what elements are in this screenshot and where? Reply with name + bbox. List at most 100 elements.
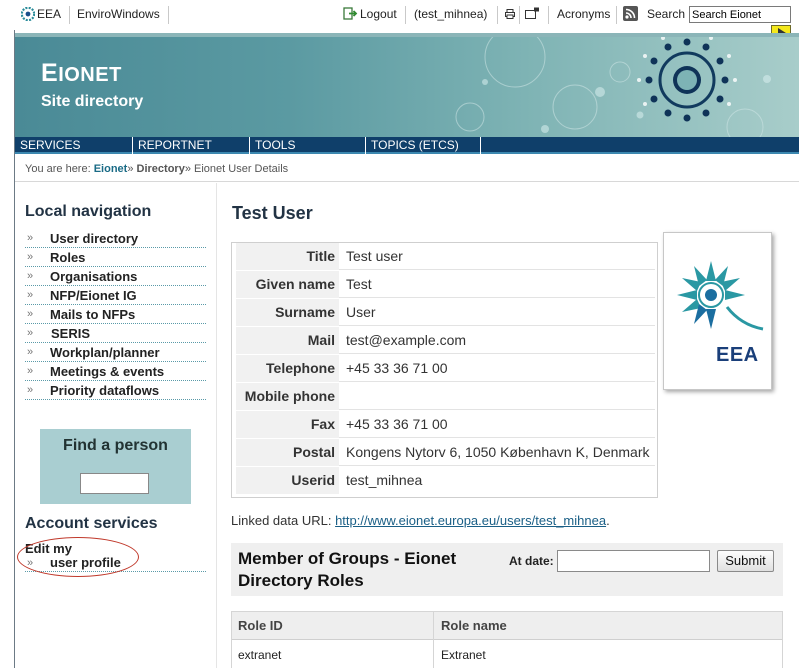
detail-label: Surname — [236, 299, 339, 326]
eea-logo-icon — [677, 261, 764, 331]
sidebar-item-label: Mails to NFPs — [50, 307, 136, 322]
envirowindows-link[interactable]: EnviroWindows — [77, 7, 160, 21]
detail-row: Given name Test — [236, 271, 655, 298]
detail-row: Title Test user — [236, 243, 655, 270]
bullet-icon: » — [27, 251, 34, 263]
detail-value: +45 33 36 71 00 — [346, 416, 448, 432]
user-name: (test_mihnea) — [414, 7, 488, 21]
sidebar-item-meetings[interactable]: » Meetings & events — [25, 362, 206, 381]
print-icon[interactable] — [505, 9, 515, 19]
find-person-input[interactable] — [80, 473, 149, 494]
separator — [616, 6, 617, 24]
bullet-icon: » — [27, 346, 34, 358]
user-photo: EEA — [663, 232, 772, 390]
main-navigation: SERVICES REPORTNET TOOLS TOPICS (ETCS) — [15, 137, 799, 154]
sidebar-item-label: Organisations — [50, 269, 138, 284]
linked-data: Linked data URL: http://www.eionet.europ… — [231, 513, 610, 528]
rss-icon[interactable] — [623, 6, 638, 21]
sidebar-item-priority-dataflows[interactable]: » Priority dataflows — [25, 381, 206, 400]
site-brand[interactable]: EIONET — [41, 59, 122, 88]
user-profile-label: user profile — [50, 555, 121, 570]
banner-decoration — [455, 37, 771, 137]
detail-row: Telephone +45 33 36 71 00 — [236, 355, 655, 382]
detail-row: Fax +45 33 36 71 00 — [236, 411, 655, 438]
nav-tab-topics[interactable]: TOPICS (ETCS) — [365, 137, 481, 154]
logout-link[interactable]: Logout — [360, 7, 397, 21]
separator — [548, 6, 549, 24]
sidebar-item-label: Priority dataflows — [50, 383, 160, 398]
role-name-cell: Extranet — [441, 648, 486, 662]
breadcrumb: You are here: Eionet» Directory» Eionet … — [15, 156, 799, 182]
sidebar-item-workplan[interactable]: » Workplan/planner — [25, 343, 206, 362]
separator — [519, 6, 520, 24]
detail-label: Mail — [236, 327, 339, 354]
groups-header: Member of Groups - Eionet Directory Role… — [231, 543, 783, 596]
detail-label: Telephone — [236, 355, 339, 382]
detail-row: Mobile phone — [236, 383, 655, 410]
sidebar-item-seris[interactable]: » SERIS — [25, 324, 206, 343]
nav-tab-reportnet[interactable]: REPORTNET — [132, 137, 249, 154]
acronyms-link[interactable]: Acronyms — [557, 7, 610, 21]
search-input[interactable] — [689, 6, 791, 23]
breadcrumb-current: Eionet User Details — [194, 163, 289, 175]
detail-value: User — [346, 304, 376, 320]
user-details-table: Title Test user Given name Test Surname Use… — [231, 242, 658, 498]
bullet-icon: » — [27, 289, 34, 301]
breadcrumb-directory[interactable]: Directory — [137, 163, 185, 175]
linked-data-url[interactable]: http://www.eionet.europa.eu/users/test_m… — [335, 513, 606, 528]
detail-label: Userid — [236, 467, 339, 494]
detail-value: Test — [346, 276, 372, 292]
detail-value: Kongens Nytorv 6, 1050 København K, Denm… — [346, 444, 650, 460]
breadcrumb-prefix: You are here: — [25, 163, 91, 175]
roles-table: Role ID Role name extranet Extranet — [231, 611, 783, 668]
fullscreen-icon[interactable] — [525, 7, 540, 20]
photo-eea-label: EEA — [716, 344, 759, 366]
bullet-icon: » — [27, 365, 34, 377]
account-services-title: Account services — [25, 515, 158, 532]
detail-value: +45 33 36 71 00 — [346, 360, 448, 376]
brand-rest: IONET — [58, 64, 122, 86]
detail-row: Postal Kongens Nytorv 6, 1050 København K… — [236, 439, 655, 466]
sidebar-item-mails-to-nfps[interactable]: » Mails to NFPs — [25, 305, 206, 324]
sidebar-item-roles[interactable]: » Roles — [25, 248, 206, 267]
column-header-role-name[interactable]: Role name — [441, 618, 507, 633]
at-date-input[interactable] — [557, 550, 710, 572]
sidebar-item-organisations[interactable]: » Organisations — [25, 267, 206, 286]
separator — [168, 6, 169, 24]
sidebar-item-label: Meetings & events — [50, 364, 165, 379]
detail-value: Test user — [346, 248, 403, 264]
bullet-icon: » — [27, 557, 34, 569]
bullet-icon: » — [27, 308, 34, 320]
detail-row: Mail test@example.com — [236, 327, 655, 354]
user-profile-link[interactable]: » user profile — [25, 555, 206, 572]
sidebar-item-label: NFP/Eionet IG — [50, 288, 137, 303]
detail-label: Fax — [236, 411, 339, 438]
search-label: Search — [647, 7, 686, 21]
eea-link[interactable]: EEA — [37, 7, 61, 21]
bullet-icon: » — [27, 327, 34, 339]
detail-row: Userid test_mihnea — [236, 467, 655, 494]
detail-label: Postal — [236, 439, 339, 466]
nav-tab-tools[interactable]: TOOLS — [249, 137, 365, 154]
sidebar-item-nfp-eionet-ig[interactable]: » NFP/Eionet IG — [25, 286, 206, 305]
site-banner: EIONET Site directory — [15, 33, 799, 137]
role-id-cell[interactable]: extranet — [238, 648, 281, 662]
nav-tab-services[interactable]: SERVICES — [15, 137, 132, 154]
detail-row: Surname User — [236, 299, 655, 326]
breadcrumb-home[interactable]: Eionet — [94, 163, 128, 175]
column-header-role-id[interactable]: Role ID — [238, 618, 283, 633]
sidebar-item-label: User directory — [50, 231, 139, 246]
edit-profile-caption: Edit my — [25, 541, 72, 556]
sidebar-item-label: Roles — [50, 250, 86, 265]
sidebar-item-user-directory[interactable]: » User directory — [25, 229, 206, 248]
logout-icon — [343, 7, 358, 20]
roles-table-header: Role ID Role name — [232, 612, 782, 640]
sidebar-item-label: SERIS — [51, 326, 91, 341]
at-date-label: At date: — [509, 554, 554, 568]
find-person-box: Find a person — [40, 429, 191, 504]
detail-label: Given name — [236, 271, 339, 298]
separator — [69, 6, 70, 24]
submit-button[interactable]: Submit — [717, 550, 774, 572]
detail-value: test_mihnea — [346, 472, 423, 488]
linked-data-suffix: . — [606, 513, 610, 528]
